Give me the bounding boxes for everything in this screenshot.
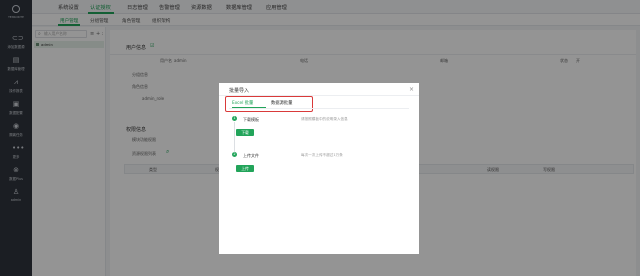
- upload-button[interactable]: 上传: [236, 165, 254, 172]
- step-1-badge: 1: [232, 116, 237, 121]
- tab-excel-batch[interactable]: Excel 批量: [232, 100, 253, 106]
- step-2-hint: 每次一次上传不超过1万条: [301, 153, 343, 157]
- step-2-label: 上传文件: [243, 152, 259, 158]
- step-2-badge: 2: [232, 152, 237, 157]
- tab-datasource-batch[interactable]: 数据源批量: [271, 100, 292, 106]
- batch-import-dialog: 批量导入 × Excel 批量 数据源批量 1 下载模板 请按照模板中的说明录入…: [219, 83, 419, 254]
- step-connector: [234, 122, 235, 152]
- dialog-title: 批量导入: [229, 88, 250, 94]
- step-1-hint: 请按照模板中的说明录入信息: [301, 117, 348, 121]
- download-button[interactable]: 下载: [236, 129, 254, 136]
- step-1-label: 下载模板: [243, 116, 259, 122]
- tab-divider: [229, 108, 409, 109]
- close-icon[interactable]: ×: [409, 86, 414, 93]
